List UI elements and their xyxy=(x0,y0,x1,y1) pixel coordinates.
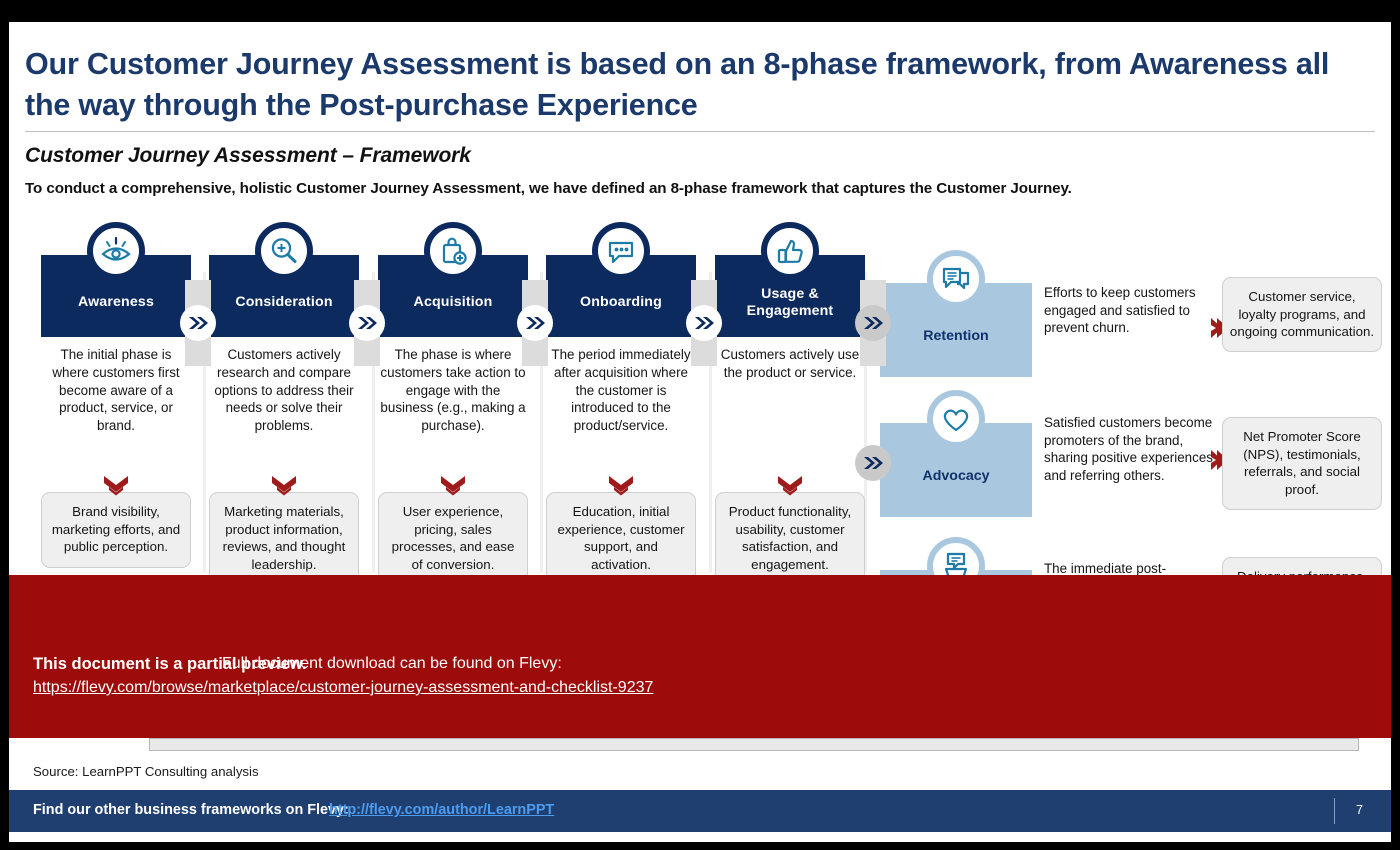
footer-author-link[interactable]: http://flevy.com/author/LearnPPT xyxy=(329,802,554,818)
phase-label: Retention xyxy=(923,328,989,344)
phase-sub-box: Product functionality, usability, custom… xyxy=(715,492,865,586)
footer-label: Find our other business frameworks on Fl… xyxy=(33,802,349,818)
flow-chevron-icon xyxy=(517,305,553,341)
slide-frame: Our Customer Journey Assessment is based… xyxy=(0,0,1400,850)
phase-description: Satisfied customers become promoters of … xyxy=(1044,415,1213,484)
phase-header-acquisition[interactable]: Acquisition xyxy=(378,222,528,337)
red-down-chevron-icon xyxy=(269,474,299,500)
phase-header-usage-engagement[interactable]: Usage & Engagement xyxy=(715,222,865,337)
phase-column-onboarding: Onboarding The period immediately after … xyxy=(546,222,696,435)
red-down-chevron-icon xyxy=(101,474,131,500)
flow-chevron-icon xyxy=(349,305,385,341)
shopping-bag-plus-icon xyxy=(424,222,482,280)
slide-footer: Find our other business frameworks on Fl… xyxy=(9,790,1391,832)
slide-canvas: Our Customer Journey Assessment is based… xyxy=(9,22,1391,842)
chat-bubble-dots-icon xyxy=(592,222,650,280)
phase-description: Customers actively research and compare … xyxy=(214,347,354,434)
phase-description: Customers actively use the product or se… xyxy=(720,347,860,380)
phase-header-retention[interactable]: Retention xyxy=(880,250,1032,377)
phase-sub-box: Marketing materials, product information… xyxy=(209,492,359,586)
phase-header-advocacy[interactable]: Advocacy xyxy=(880,390,1032,517)
phase-column-acquisition: Acquisition The phase is where customers… xyxy=(378,222,528,435)
phase-header-onboarding[interactable]: Onboarding xyxy=(546,222,696,337)
phase-header-consideration[interactable]: Consideration xyxy=(209,222,359,337)
phase-description: The phase is where customers take action… xyxy=(380,347,526,434)
phase-column-consideration: Consideration Customers actively researc… xyxy=(209,222,359,435)
phase-description: Efforts to keep customers engaged and sa… xyxy=(1044,285,1196,336)
preview-download-link[interactable]: https://flevy.com/browse/marketplace/cus… xyxy=(33,679,653,697)
phase-sub-box: Net Promoter Score (NPS), testimonials, … xyxy=(1222,417,1382,510)
phase-label: Advocacy xyxy=(922,468,990,484)
page-number: 7 xyxy=(1356,803,1363,817)
red-down-chevron-icon xyxy=(438,474,468,500)
chat-bubbles-lines-icon xyxy=(927,250,985,308)
source-note: Source: LearnPPT Consulting analysis xyxy=(33,764,259,779)
red-down-chevron-icon xyxy=(606,474,636,500)
heart-icon xyxy=(927,390,985,448)
phase-label: Consideration xyxy=(235,294,333,311)
phase-label: Awareness xyxy=(77,294,154,311)
phase-sub-box: Customer service, loyalty programs, and … xyxy=(1222,277,1382,353)
flow-chevron-icon xyxy=(855,305,891,341)
phase-sub-box: Brand visibility, marketing efforts, and… xyxy=(41,492,191,569)
content-plate xyxy=(149,738,1359,751)
eye-visibility-icon xyxy=(87,222,145,280)
partial-preview-banner: This document is a partial preview. Full… xyxy=(9,575,1391,738)
phase-sub-box: User experience, pricing, sales processe… xyxy=(378,492,528,586)
phase-description: The initial phase is where customers fir… xyxy=(52,347,180,434)
phase-column-usage-engagement: Usage & Engagement Customers actively us… xyxy=(715,222,865,382)
flow-chevron-icon xyxy=(855,445,891,481)
footer-divider xyxy=(1334,798,1335,824)
red-down-chevron-icon xyxy=(775,474,805,500)
magnifier-plus-icon xyxy=(255,222,313,280)
phase-description: The period immediately after acquisition… xyxy=(551,347,691,434)
thumbs-up-icon xyxy=(761,222,819,280)
phase-sub-box: Education, initial experience, customer … xyxy=(546,492,696,586)
flow-chevron-icon xyxy=(180,305,216,341)
phase-header-awareness[interactable]: Awareness xyxy=(41,222,191,337)
phase-label: Acquisition xyxy=(413,294,493,311)
flow-chevron-icon xyxy=(686,305,722,341)
phase-label: Onboarding xyxy=(580,294,662,311)
preview-subtext: Full document download can be found on F… xyxy=(222,655,562,672)
phase-column-awareness: Awareness The initial phase is where cus… xyxy=(41,222,191,435)
